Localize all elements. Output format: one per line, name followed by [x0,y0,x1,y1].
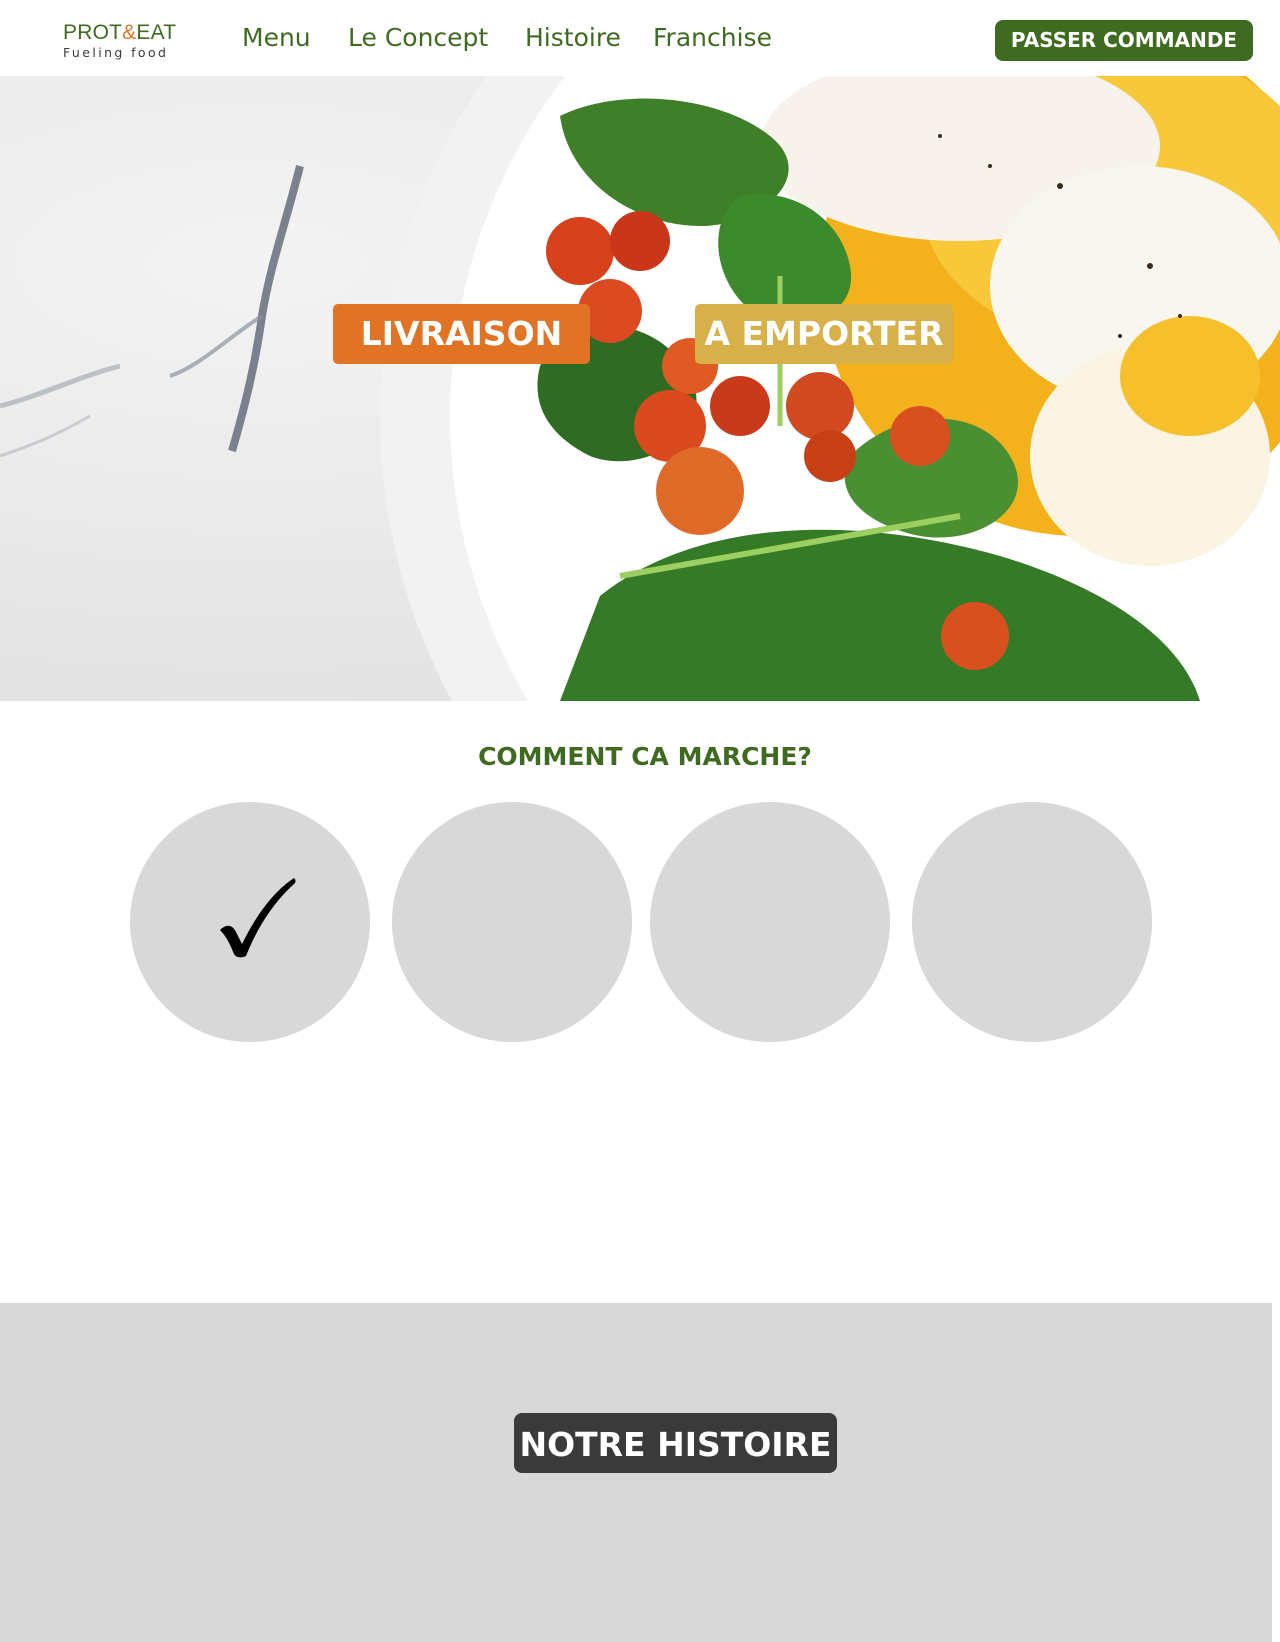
nav-le-concept[interactable]: Le Concept [348,23,488,52]
nav-histoire[interactable]: Histoire [525,23,621,52]
logo-tagline: Fueling food [63,45,169,60]
logo[interactable]: PROT&EAT Fueling food [63,21,193,61]
histoire-section: NOTRE HISTOIRE [0,1303,1272,1642]
livraison-button[interactable]: LIVRAISON [333,304,590,364]
step-3-circle [650,802,890,1042]
nav-franchise[interactable]: Franchise [653,23,772,52]
nav-menu[interactable]: Menu [242,23,311,52]
site-header: PROT&EAT Fueling food Menu Le Concept Hi… [0,0,1280,76]
logo-wordmark: PROT&EAT [63,21,177,44]
checkmark-icon [220,878,296,958]
order-button[interactable]: PASSER COMMANDE [995,20,1253,61]
notre-histoire-button[interactable]: NOTRE HISTOIRE [514,1413,837,1473]
hero-food-image [0,76,1280,701]
a-emporter-button[interactable]: A EMPORTER [695,304,953,364]
step-2-circle [392,802,632,1042]
hero-banner: LIVRAISON A EMPORTER [0,76,1280,701]
step-4-circle [912,802,1152,1042]
how-it-works-title: COMMENT CA MARCHE? [478,742,812,771]
step-1-circle [130,802,370,1042]
